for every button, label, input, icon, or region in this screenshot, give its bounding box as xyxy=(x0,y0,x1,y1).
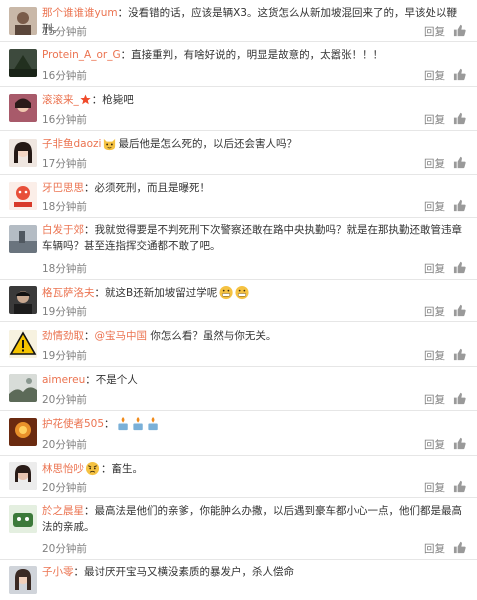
comment-username[interactable]: 子非鱼daozi xyxy=(42,138,101,150)
comment-text: 最后他是怎么死的，以后还会害人吗？ xyxy=(118,138,297,150)
reply-button[interactable]: 回复 xyxy=(424,480,445,495)
comment-text: ：我就觉得要是不判死刑下次警察还敢在路中央执勤吗？就是在那执勤还敢管违章车辆吗？… xyxy=(42,224,462,252)
comment-list: 那个谁谁谁yum：没看错的话，应该是辆X3。这货怎么从新加坡混回来了的，早该处以… xyxy=(0,0,477,600)
comment-item: 护花使者505： 20分钟前 回复 xyxy=(0,411,477,456)
comment-item: 滚滚来_ ：枪毙吧 16分钟前 回复 xyxy=(0,87,477,131)
comment-item: 於之晨星：最高法是他们的亲爹，你能肿么办撒，以后遇到豪车都小心一点，他们都是最高… xyxy=(0,498,477,560)
comment-text: ：直接重判，有啥好说的，明显是故意的，太嚣张！！！ xyxy=(120,49,384,61)
thumbs-up-icon[interactable] xyxy=(453,304,467,318)
avatar[interactable] xyxy=(9,7,37,35)
comment-username[interactable]: 那个谁谁谁yum xyxy=(42,7,118,19)
comment-text: 你怎么看？虽然与你无关。 xyxy=(147,330,277,342)
comment-item: Protein_A_or_G：直接重判，有啥好说的，明显是故意的，太嚣张！！！ … xyxy=(0,42,477,87)
comment-username[interactable]: 劲情劲取 xyxy=(42,330,84,342)
comment-time: 18分钟前 xyxy=(42,263,87,275)
reply-button[interactable]: 回复 xyxy=(424,24,445,39)
comment-username[interactable]: Protein_A_or_G xyxy=(42,49,121,61)
grimace-emoji-pair xyxy=(218,285,251,305)
comment-text: ：必须死刑，而且是曝死！ xyxy=(84,182,210,194)
comment-text: ： xyxy=(104,418,115,430)
comment-username[interactable]: 护花使者505 xyxy=(42,418,104,430)
avatar[interactable] xyxy=(9,462,37,490)
thumbs-up-icon[interactable] xyxy=(453,68,467,82)
star-badge-icon xyxy=(80,94,91,105)
comment-text: ：枪毙吧 xyxy=(91,94,134,106)
thumbs-up-icon[interactable] xyxy=(453,156,467,170)
angry-emoji xyxy=(85,461,100,481)
reply-button[interactable]: 回复 xyxy=(424,541,445,556)
comment-time: 16分钟前 xyxy=(42,114,87,126)
comment-time: 19分钟前 xyxy=(42,306,87,318)
comment-time: 15分钟前 xyxy=(42,26,87,38)
avatar[interactable] xyxy=(9,49,37,77)
comment-username[interactable]: 於之晨星 xyxy=(42,505,84,517)
comment-item: 子小零：最讨厌开宝马又横没素质的暴发户，杀人偿命 xyxy=(0,560,477,600)
avatar[interactable] xyxy=(9,139,37,167)
comment-time: 16分钟前 xyxy=(42,70,87,82)
reply-button[interactable]: 回复 xyxy=(424,68,445,83)
comment-username[interactable]: 牙巴思思 xyxy=(42,182,84,194)
reply-button[interactable]: 回复 xyxy=(424,304,445,319)
thumbs-up-icon[interactable] xyxy=(453,199,467,213)
avatar[interactable] xyxy=(9,418,37,446)
comment-item: 那个谁谁谁yum：没看错的话，应该是辆X3。这货怎么从新加坡混回来了的，早该处以… xyxy=(0,0,477,42)
thumbs-up-icon[interactable] xyxy=(453,24,467,38)
reply-button[interactable]: 回复 xyxy=(424,348,445,363)
comment-username[interactable]: 白发于郊 xyxy=(42,224,84,236)
comment-time: 19分钟前 xyxy=(42,350,87,362)
comment-username[interactable]: 格瓦萨洛夫 xyxy=(42,287,95,299)
comment-username[interactable]: 滚滚来_ xyxy=(42,94,79,106)
reply-button[interactable]: 回复 xyxy=(424,156,445,171)
reply-button[interactable]: 回复 xyxy=(424,437,445,452)
candle-emoji-triple xyxy=(116,416,162,436)
comment-text: ：就这B还新加坡留过学呢 xyxy=(94,287,218,299)
comment-time: 20分钟前 xyxy=(42,543,87,555)
thumbs-up-icon[interactable] xyxy=(453,392,467,406)
comment-text: ：最讨厌开宝马又横没素质的暴发户，杀人偿命 xyxy=(73,566,295,578)
mention-link[interactable]: @宝马中国 xyxy=(95,330,148,342)
comment-time: 18分钟前 xyxy=(42,201,87,213)
avatar[interactable] xyxy=(9,286,37,314)
comment-username[interactable]: 子小零 xyxy=(42,566,74,578)
comment-item: 劲情劲取：@宝马中国 你怎么看？虽然与你无关。 19分钟前 回复 xyxy=(0,322,477,367)
avatar[interactable] xyxy=(9,330,37,358)
avatar[interactable] xyxy=(9,94,37,122)
thumbs-up-icon[interactable] xyxy=(453,348,467,362)
comment-username[interactable]: aimereu xyxy=(42,374,85,386)
comment-time: 20分钟前 xyxy=(42,394,87,406)
avatar[interactable] xyxy=(9,225,37,253)
comment-time: 20分钟前 xyxy=(42,439,87,451)
thumbs-up-icon[interactable] xyxy=(453,261,467,275)
avatar[interactable] xyxy=(9,566,37,594)
comment-item: 牙巴思思：必须死刑，而且是曝死！ 18分钟前 回复 xyxy=(0,175,477,218)
comment-username[interactable]: 林思怡吵 xyxy=(42,463,84,475)
comment-item: 格瓦萨洛夫：就这B还新加坡留过学呢 19分钟前 回复 xyxy=(0,280,477,322)
cat-face-emoji xyxy=(102,136,117,156)
reply-button[interactable]: 回复 xyxy=(424,392,445,407)
comment-item: 白发于郊：我就觉得要是不判死刑下次警察还敢在路中央执勤吗？就是在那执勤还敢管违章… xyxy=(0,218,477,280)
comment-text-prefix: ： xyxy=(84,330,95,342)
thumbs-up-icon[interactable] xyxy=(453,541,467,555)
thumbs-up-icon[interactable] xyxy=(453,437,467,451)
comment-time: 20分钟前 xyxy=(42,482,87,494)
comment-text: ：畜生。 xyxy=(101,463,143,475)
comment-text: ：不是个人 xyxy=(85,374,138,386)
avatar[interactable] xyxy=(9,182,37,210)
avatar[interactable] xyxy=(9,374,37,402)
thumbs-up-icon[interactable] xyxy=(453,112,467,126)
avatar[interactable] xyxy=(9,505,37,533)
comment-time: 17分钟前 xyxy=(42,158,87,170)
reply-button[interactable]: 回复 xyxy=(424,199,445,214)
comment-item: 子非鱼daozi 最后他是怎么死的，以后还会害人吗？ 17分钟前 回复 xyxy=(0,131,477,175)
reply-button[interactable]: 回复 xyxy=(424,112,445,127)
comment-item: 林思怡吵 ：畜生。 20分钟前 回复 xyxy=(0,456,477,498)
thumbs-up-icon[interactable] xyxy=(453,480,467,494)
comment-text: ：最高法是他们的亲爹，你能肿么办撒，以后遇到豪车都小心一点，他们都是最高法的亲戚… xyxy=(42,505,462,533)
reply-button[interactable]: 回复 xyxy=(424,261,445,276)
comment-item: aimereu：不是个人 20分钟前 回复 xyxy=(0,367,477,411)
